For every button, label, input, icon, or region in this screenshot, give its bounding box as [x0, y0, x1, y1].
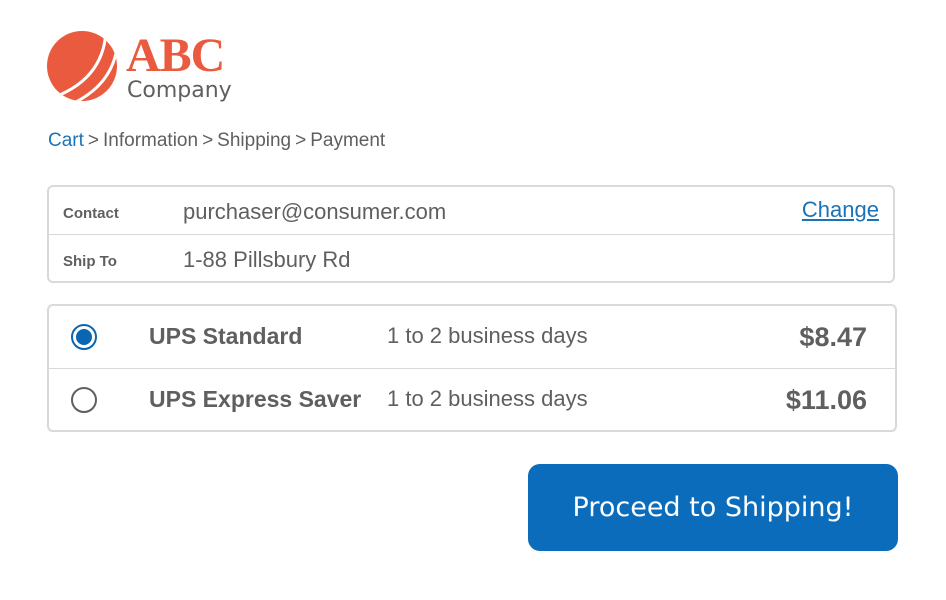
breadcrumb-separator: >: [202, 130, 214, 151]
contact-label: Contact: [63, 205, 119, 222]
shipping-option-ups-express-saver[interactable]: UPS Express Saver 1 to 2 business days $…: [49, 368, 895, 430]
proceed-to-shipping-button[interactable]: Proceed to Shipping!: [528, 464, 898, 551]
breadcrumb-separator: >: [87, 130, 100, 151]
breadcrumb: Cart > Information > Shipping > Payment: [48, 130, 385, 152]
brand-subtitle: Company: [127, 78, 232, 103]
shipping-option-time: 1 to 2 business days: [387, 323, 588, 348]
breadcrumb-payment: Payment: [310, 130, 386, 151]
contact-email: purchaser@consumer.com: [183, 199, 447, 224]
shipping-option-time: 1 to 2 business days: [387, 386, 588, 411]
breadcrumb-information: Information: [103, 130, 199, 151]
shipping-option-price: $8.47: [799, 322, 867, 352]
brand-name: ABC: [126, 29, 225, 82]
contact-summary-box: Contact purchaser@consumer.com Change Sh…: [47, 185, 895, 283]
breadcrumb-cart-link[interactable]: Cart: [48, 130, 84, 151]
ship-to-address: 1-88 Pillsbury Rd: [183, 247, 351, 272]
shipping-options-box: UPS Standard 1 to 2 business days $8.47 …: [47, 304, 897, 432]
radio-button-selected[interactable]: [71, 324, 97, 350]
shipping-option-price: $11.06: [785, 385, 867, 415]
radio-button-unselected[interactable]: [71, 387, 97, 413]
shipping-option-name: UPS Express Saver: [149, 386, 362, 412]
breadcrumb-separator: >: [295, 130, 307, 151]
contact-row: Contact purchaser@consumer.com Change: [49, 187, 893, 234]
breadcrumb-shipping: Shipping: [217, 130, 292, 151]
change-link[interactable]: Change: [802, 197, 879, 223]
striped-sphere-logo-icon: [47, 31, 117, 101]
ship-to-row: Ship To 1-88 Pillsbury Rd: [49, 234, 893, 281]
company-logo: ABC Company: [44, 30, 264, 108]
shipping-option-name: UPS Standard: [149, 323, 303, 349]
shipping-option-ups-standard[interactable]: UPS Standard 1 to 2 business days $8.47: [49, 306, 895, 368]
ship-to-label: Ship To: [63, 253, 117, 270]
